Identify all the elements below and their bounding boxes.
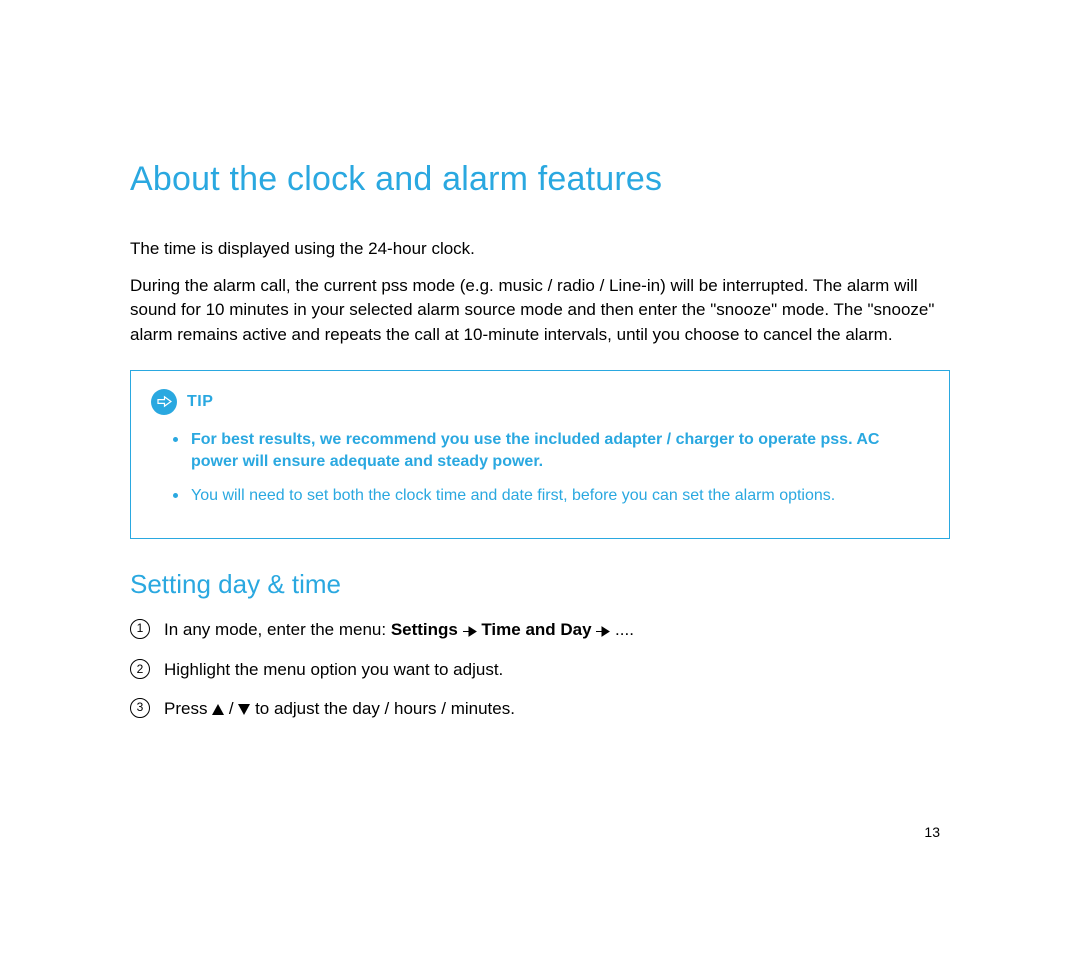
tip-item-text: You will need to set both the clock time…: [191, 487, 835, 504]
step-text: Press / to adjust the day / hours / minu…: [164, 697, 950, 723]
tip-item: You will need to set both the clock time…: [191, 485, 925, 507]
step-list: 1 In any mode, enter the menu: Settings …: [130, 618, 950, 723]
step-text-fragment: /: [224, 699, 238, 718]
step-text: In any mode, enter the menu: Settings Ti…: [164, 618, 950, 645]
menu-path-bold: Time and Day: [481, 620, 591, 639]
bullet-icon: [173, 493, 178, 498]
tip-header: TIP: [151, 389, 925, 415]
tip-list: For best results, we recommend you use t…: [151, 429, 925, 508]
tip-callout: TIP For best results, we recommend you u…: [130, 370, 950, 539]
arrow-right-icon: [151, 389, 177, 415]
step-item: 2 Highlight the menu option you want to …: [130, 658, 950, 683]
arrow-right-icon: [463, 620, 477, 645]
intro-paragraph-2: During the alarm call, the current pss m…: [130, 274, 950, 348]
step-text-fragment: In any mode, enter the menu:: [164, 620, 391, 639]
step-item: 3 Press / to adjust the day / hours / mi…: [130, 697, 950, 723]
intro-paragraph-1: The time is displayed using the 24-hour …: [130, 237, 950, 262]
bullet-icon: [173, 437, 178, 442]
tip-item: For best results, we recommend you use t…: [191, 429, 925, 474]
step-text: Highlight the menu option you want to ad…: [164, 658, 950, 683]
triangle-up-icon: [212, 698, 224, 723]
step-text-fragment: ....: [610, 620, 634, 639]
arrow-right-icon: [596, 620, 610, 645]
page-title: About the clock and alarm features: [130, 160, 950, 199]
tip-label: TIP: [187, 393, 213, 411]
step-item: 1 In any mode, enter the menu: Settings …: [130, 618, 950, 645]
step-text-fragment: to adjust the day / hours / minutes.: [250, 699, 515, 718]
step-number-badge: 1: [130, 619, 150, 639]
tip-item-text: For best results, we recommend you use t…: [191, 431, 879, 470]
menu-path-bold: Settings: [391, 620, 458, 639]
step-number-badge: 2: [130, 659, 150, 679]
triangle-down-icon: [238, 698, 250, 723]
step-text-fragment: Press: [164, 699, 212, 718]
step-number-badge: 3: [130, 698, 150, 718]
page-number: 13: [924, 824, 940, 840]
section-heading: Setting day & time: [130, 569, 950, 600]
